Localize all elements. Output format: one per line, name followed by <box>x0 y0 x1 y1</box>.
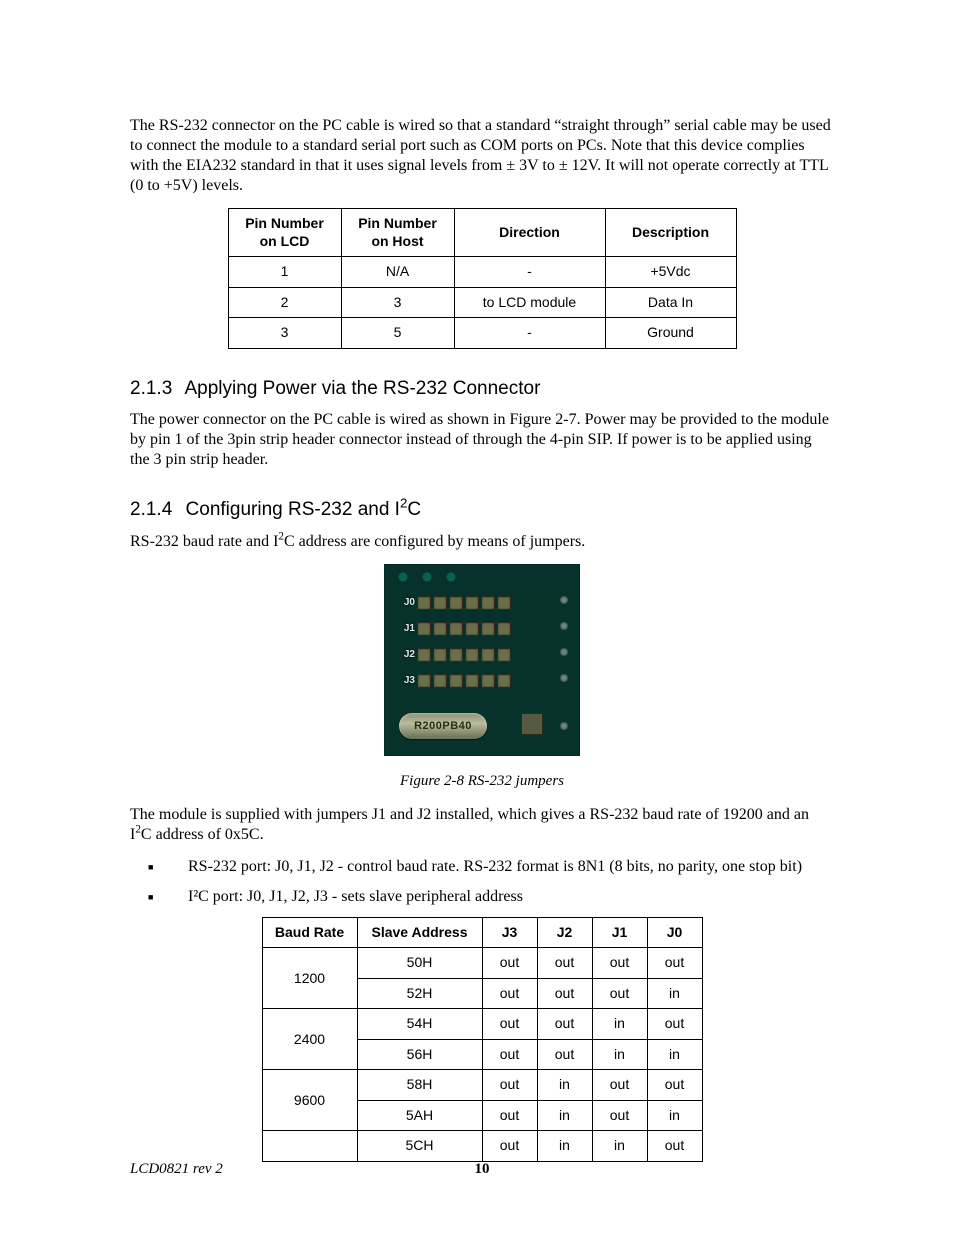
cell: 52H <box>357 978 482 1009</box>
table-row: 1200 50H out out out out <box>262 948 702 979</box>
pin-table-header: Pin Number on LCD <box>228 209 341 257</box>
jumper-table-header: J0 <box>647 917 702 948</box>
cell: out <box>647 1070 702 1101</box>
cell: out <box>592 978 647 1009</box>
list-item: I²C port: J0, J1, J2, J3 - sets slave pe… <box>130 887 834 907</box>
page-number: 10 <box>130 1160 834 1179</box>
cell: - <box>454 318 605 349</box>
section-title-pre: Configuring RS-232 and I <box>186 499 400 520</box>
pin-table: Pin Number on LCD Pin Number on Host Dir… <box>228 208 737 349</box>
cell: +5Vdc <box>605 257 736 288</box>
cell: 2 <box>228 287 341 318</box>
cell: in <box>647 1039 702 1070</box>
table-row: 1 N/A - +5Vdc <box>228 257 736 288</box>
cell: 3 <box>228 318 341 349</box>
port-bullet-list: RS-232 port: J0, J1, J2 - control baud r… <box>130 857 834 907</box>
list-item: RS-232 port: J0, J1, J2 - control baud r… <box>130 857 834 877</box>
cell: out <box>537 1009 592 1040</box>
jumper-label: J1 <box>393 623 415 636</box>
supplied-post: C address of 0x5C. <box>141 826 264 843</box>
jumper-table: Baud Rate Slave Address J3 J2 J1 J0 1200… <box>262 917 703 1162</box>
table-row: 2400 54H out out in out <box>262 1009 702 1040</box>
cell: out <box>482 1039 537 1070</box>
section-title: Applying Power via the RS-232 Connector <box>185 378 541 399</box>
section-heading-214: 2.1.4 Configuring RS-232 and I2C <box>130 498 834 522</box>
pin-table-header: Direction <box>454 209 605 257</box>
cell: in <box>647 978 702 1009</box>
cell: out <box>537 948 592 979</box>
config-pre: RS-232 baud rate and I <box>130 533 278 550</box>
jumper-table-header: J2 <box>537 917 592 948</box>
cell: Data In <box>605 287 736 318</box>
section-number: 2.1.3 <box>130 377 172 401</box>
cell: in <box>537 1131 592 1162</box>
jumper-label: J2 <box>393 649 415 662</box>
power-paragraph: The power connector on the PC cable is w… <box>130 410 834 470</box>
baud-cell: 9600 <box>262 1070 357 1131</box>
cell: out <box>482 1070 537 1101</box>
page-footer: LCD0821 rev 2 10 <box>130 1160 834 1179</box>
cell: 58H <box>357 1070 482 1101</box>
smd-pad <box>521 713 543 735</box>
figure-2-8: J0 J1 J2 J3 R200PB40 <box>130 564 834 762</box>
jumper-table-header: Slave Address <box>357 917 482 948</box>
baud-cell: 2400 <box>262 1009 357 1070</box>
baud-cell: 1200 <box>262 948 357 1009</box>
jumper-table-header: J3 <box>482 917 537 948</box>
jumper-label: J0 <box>393 597 415 610</box>
cell: out <box>592 1100 647 1131</box>
cell: out <box>482 948 537 979</box>
page: The RS-232 connector on the PC cable is … <box>0 0 954 1235</box>
cell: out <box>537 1039 592 1070</box>
cell: out <box>647 1009 702 1040</box>
section-title-post: C <box>407 499 421 520</box>
supplied-paragraph: The module is supplied with jumpers J1 a… <box>130 805 834 845</box>
cell: in <box>537 1100 592 1131</box>
pcb-photo: J0 J1 J2 J3 R200PB40 <box>384 564 580 756</box>
figure-caption: Figure 2-8 RS-232 jumpers <box>130 772 834 791</box>
cell: out <box>592 948 647 979</box>
table-row: 9600 58H out in out out <box>262 1070 702 1101</box>
cell: in <box>592 1009 647 1040</box>
cell: out <box>592 1070 647 1101</box>
chip-marking: R200PB40 <box>399 713 487 739</box>
cell: out <box>647 948 702 979</box>
cell: out <box>482 1131 537 1162</box>
cell: - <box>454 257 605 288</box>
pin-table-header: Description <box>605 209 736 257</box>
cell: N/A <box>341 257 454 288</box>
cell: 56H <box>357 1039 482 1070</box>
cell: 5 <box>341 318 454 349</box>
config-post: C address are configured by means of jum… <box>284 533 585 550</box>
jumper-table-header: J1 <box>592 917 647 948</box>
cell: out <box>482 1009 537 1040</box>
cell: 1 <box>228 257 341 288</box>
cell: 3 <box>341 287 454 318</box>
section-heading-213: 2.1.3 Applying Power via the RS-232 Conn… <box>130 377 834 401</box>
table-row: 3 5 - Ground <box>228 318 736 349</box>
cell: in <box>647 1100 702 1131</box>
cell: in <box>537 1070 592 1101</box>
jumper-label: J3 <box>393 675 415 688</box>
cell: in <box>592 1131 647 1162</box>
intro-paragraph: The RS-232 connector on the PC cable is … <box>130 116 834 196</box>
section-number: 2.1.4 <box>130 498 172 522</box>
table-row: 2 3 to LCD module Data In <box>228 287 736 318</box>
cell: to LCD module <box>454 287 605 318</box>
cell: out <box>537 978 592 1009</box>
cell: Ground <box>605 318 736 349</box>
cell: 54H <box>357 1009 482 1040</box>
cell: out <box>482 978 537 1009</box>
config-paragraph: RS-232 baud rate and I2C address are con… <box>130 532 834 552</box>
cell: 5CH <box>357 1131 482 1162</box>
cell: out <box>482 1100 537 1131</box>
table-row: 5CH out in in out <box>262 1131 702 1162</box>
cell: 50H <box>357 948 482 979</box>
pin-table-header: Pin Number on Host <box>341 209 454 257</box>
baud-cell <box>262 1131 357 1162</box>
cell: in <box>592 1039 647 1070</box>
cell: out <box>647 1131 702 1162</box>
jumper-table-header: Baud Rate <box>262 917 357 948</box>
cell: 5AH <box>357 1100 482 1131</box>
